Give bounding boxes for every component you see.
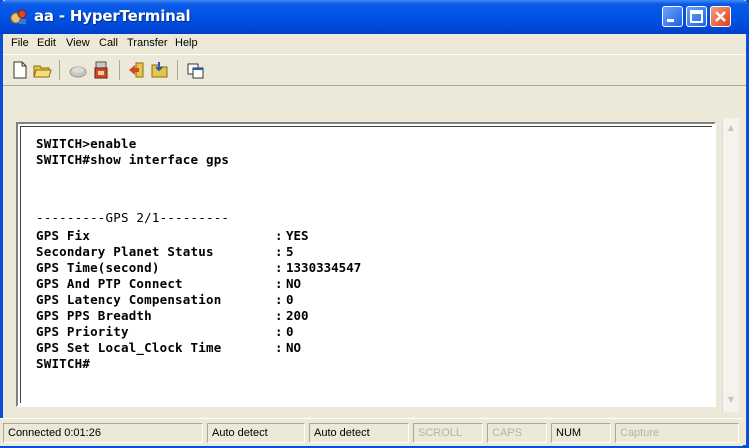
terminal-row-colon: : [275, 292, 283, 307]
terminal-row-colon: : [275, 340, 283, 355]
terminal-row-value: 5 [286, 244, 294, 259]
open-icon[interactable] [31, 59, 53, 81]
status-caps-indicator: CAPS [487, 423, 547, 443]
window-title: aa - HyperTerminal [34, 7, 191, 25]
terminal-row-label: GPS Priority [36, 324, 129, 339]
terminal-row-value: NO [286, 340, 302, 355]
status-bar: Connected 0:01:26 Auto detect Auto detec… [0, 418, 743, 446]
terminal-row-colon: : [275, 244, 283, 259]
menu-call[interactable]: Call [99, 37, 118, 49]
terminal-row-label: GPS PPS Breadth [36, 308, 152, 323]
status-scroll-indicator: SCROLL [413, 423, 483, 443]
properties-icon[interactable] [185, 59, 207, 81]
terminal-row-colon: : [275, 276, 283, 291]
send-icon[interactable] [127, 59, 149, 81]
menu-help[interactable]: Help [175, 37, 198, 49]
toolbar-separator [59, 60, 60, 80]
vertical-scrollbar[interactable]: ▲ ▼ [722, 118, 739, 412]
terminal-row-value: NO [286, 276, 302, 291]
terminal-prompt: SWITCH# [36, 356, 91, 371]
maximize-button[interactable] [686, 6, 707, 27]
menu-file[interactable]: File [11, 37, 29, 49]
status-auto-detect-terminal: Auto detect [207, 423, 305, 443]
terminal-row-colon: : [275, 308, 283, 323]
terminal-row-label: GPS And PTP Connect [36, 276, 183, 291]
terminal-row-value: 0 [286, 292, 294, 307]
terminal-row-colon: : [275, 228, 283, 243]
new-icon[interactable] [9, 59, 31, 81]
receive-icon[interactable] [149, 59, 171, 81]
disconnect-icon[interactable] [67, 59, 89, 81]
title-bar[interactable]: aa - HyperTerminal [0, 0, 749, 34]
menu-view[interactable]: View [66, 37, 90, 49]
close-button[interactable] [710, 6, 731, 27]
menu-transfer[interactable]: Transfer [127, 37, 168, 49]
scroll-down-arrow-icon[interactable]: ▼ [725, 394, 737, 406]
terminal-row-value: 1330334547 [286, 260, 362, 275]
minimize-button[interactable] [662, 6, 683, 27]
terminal-row-label: GPS Set Local_Clock Time [36, 340, 222, 355]
toolbar-separator [177, 60, 178, 80]
menu-edit[interactable]: Edit [37, 37, 56, 49]
terminal-row-colon: : [275, 260, 283, 275]
status-connected-time: Connected 0:01:26 [3, 423, 203, 443]
terminal-row-value: YES [286, 228, 309, 243]
hyperterminal-app-icon[interactable] [10, 8, 28, 26]
terminal-row-label: GPS Latency Compensation [36, 292, 222, 307]
status-capture-indicator: Capture [615, 423, 739, 443]
terminal-command-line: SWITCH>enable [36, 136, 137, 151]
terminal-command-line: SWITCH#show interface gps [36, 152, 230, 167]
toolbar [3, 54, 746, 86]
terminal-row-label: GPS Time(second) [36, 260, 160, 275]
scroll-up-arrow-icon[interactable]: ▲ [725, 122, 737, 134]
menu-bar: File Edit View Call Transfer Help [3, 34, 746, 54]
terminal-section-header: ---------GPS 2/1--------- [36, 210, 230, 225]
toolbar-separator [119, 60, 120, 80]
dial-icon[interactable] [91, 59, 113, 81]
status-num-indicator: NUM [551, 423, 611, 443]
status-auto-detect-settings: Auto detect [309, 423, 409, 443]
terminal-row-label: Secondary Planet Status [36, 244, 214, 259]
terminal-row-label: GPS Fix [36, 228, 91, 243]
terminal-row-colon: : [275, 324, 283, 339]
terminal-row-value: 0 [286, 324, 294, 339]
terminal-row-value: 200 [286, 308, 309, 323]
